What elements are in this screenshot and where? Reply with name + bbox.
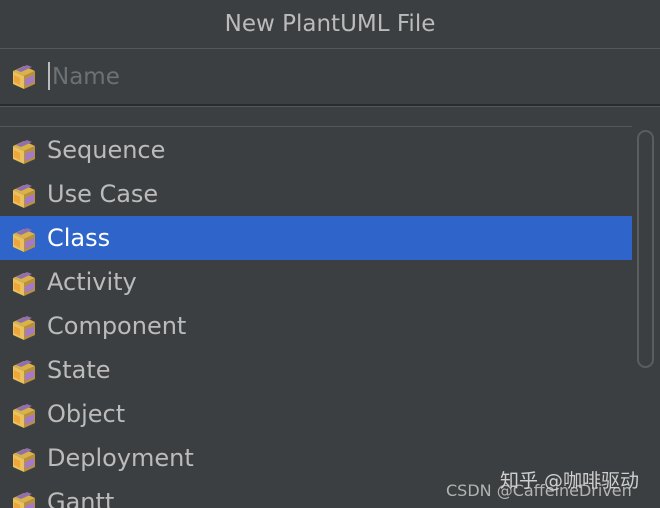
- file-type-item-object[interactable]: Object: [0, 392, 632, 436]
- plantuml-file-icon: [10, 402, 38, 436]
- file-type-label: Use Case: [47, 180, 159, 208]
- file-type-label: Class: [47, 224, 111, 252]
- plantuml-file-icon: [10, 446, 38, 480]
- file-type-label: Sequence: [47, 136, 166, 164]
- plantuml-file-icon: [10, 182, 38, 216]
- plantuml-file-icon: [10, 138, 38, 172]
- plantuml-file-icon: [10, 358, 38, 392]
- file-type-label: Deployment: [47, 444, 194, 472]
- divider: [0, 126, 632, 127]
- name-input[interactable]: [48, 57, 652, 97]
- plantuml-file-icon: [10, 314, 38, 348]
- plantuml-file-icon: [10, 270, 38, 304]
- file-type-label: Component: [47, 312, 187, 340]
- file-type-item-component[interactable]: Component: [0, 304, 632, 348]
- name-row: [0, 49, 660, 105]
- dialog-title: New PlantUML File: [224, 11, 436, 37]
- file-type-list[interactable]: Sequence Use Case Class Activity Component St…: [0, 128, 632, 508]
- watermark-csdn: CSDN @CaffeineDriven: [446, 481, 632, 500]
- plantuml-file-icon: [10, 63, 38, 95]
- file-type-item-class[interactable]: Class: [0, 216, 632, 260]
- file-type-label: Object: [47, 400, 126, 428]
- file-type-item-state[interactable]: State: [0, 348, 632, 392]
- file-type-item-use-case[interactable]: Use Case: [0, 172, 632, 216]
- plantuml-file-icon: [10, 490, 38, 508]
- file-type-label: State: [47, 356, 111, 384]
- file-type-item-activity[interactable]: Activity: [0, 260, 632, 304]
- scrollbar-thumb[interactable]: [637, 130, 654, 368]
- file-type-label: Activity: [47, 268, 137, 296]
- file-type-item-sequence[interactable]: Sequence: [0, 128, 632, 172]
- list-spacer: [0, 107, 660, 126]
- text-caret: [48, 62, 50, 90]
- new-plantuml-file-dialog: New PlantUML File Sequence Use Case Class A…: [0, 0, 660, 508]
- plantuml-file-icon: [10, 226, 38, 260]
- file-type-label: Gantt: [47, 488, 115, 508]
